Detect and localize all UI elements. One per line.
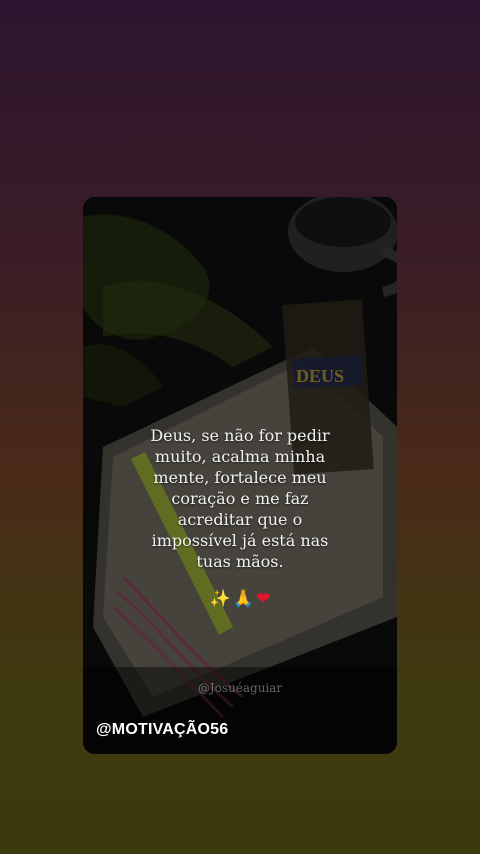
account-handle[interactable]: @MOTIVAÇÃO56 bbox=[96, 721, 228, 739]
sparkles-icon: ✨ bbox=[209, 589, 231, 609]
praying-hands-icon: 🙏 bbox=[232, 589, 255, 609]
emoji-row: ✨ 🙏 ❤ bbox=[83, 589, 397, 609]
quote-text: Deus, se não for pedir muito, acalma min… bbox=[150, 426, 330, 571]
story-card[interactable]: DEUS Deus, se não for pedir muito, acalm… bbox=[83, 197, 397, 754]
author-signature: @Josuéaguiar bbox=[197, 681, 283, 695]
heart-icon: ❤ bbox=[256, 589, 271, 609]
